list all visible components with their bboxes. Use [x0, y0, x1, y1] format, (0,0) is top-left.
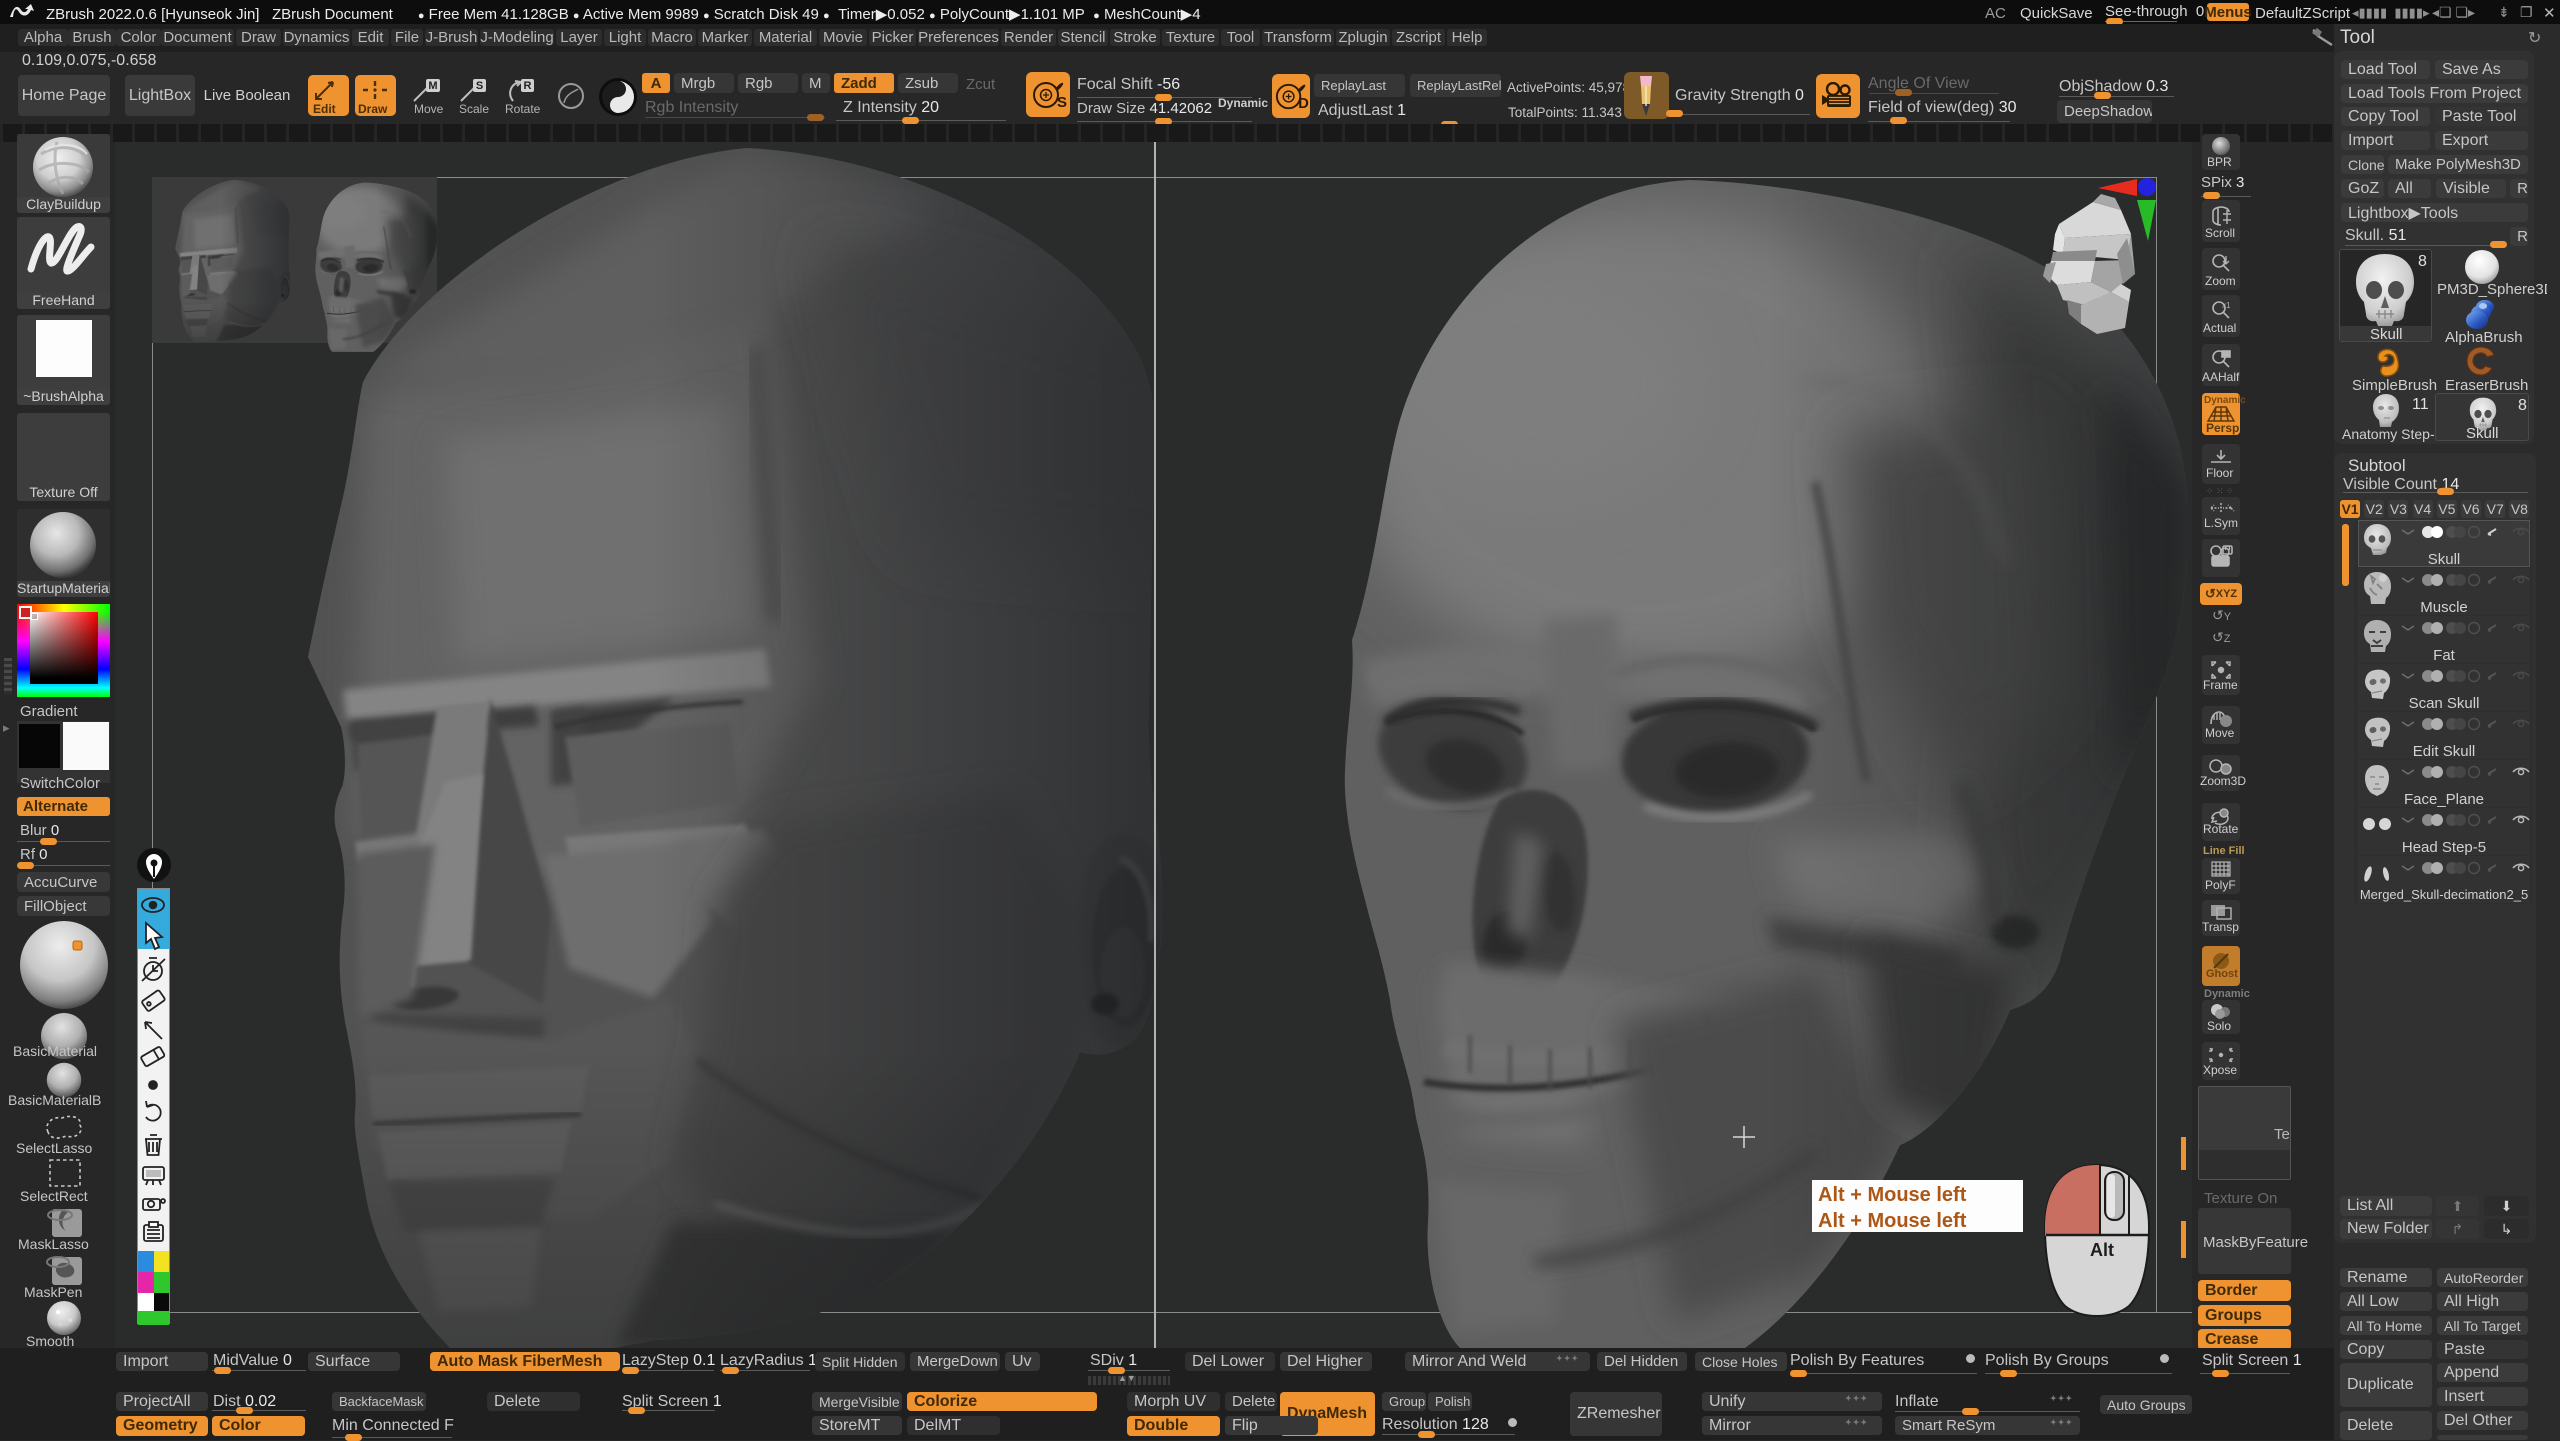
svg-text:M: M — [428, 80, 437, 92]
svg-text:S: S — [476, 80, 483, 92]
svg-text:Alt + Mouse left: Alt + Mouse left — [1818, 1184, 1967, 1206]
svg-text:Alt: Alt — [2090, 1240, 2114, 1260]
svg-text:x1: x1 — [2222, 301, 2231, 310]
svg-text:S: S — [1057, 94, 1067, 111]
svg-text:D: D — [1298, 96, 1309, 112]
svg-text:R: R — [524, 80, 532, 92]
svg-text:Alt + Mouse left: Alt + Mouse left — [1818, 1210, 1967, 1232]
